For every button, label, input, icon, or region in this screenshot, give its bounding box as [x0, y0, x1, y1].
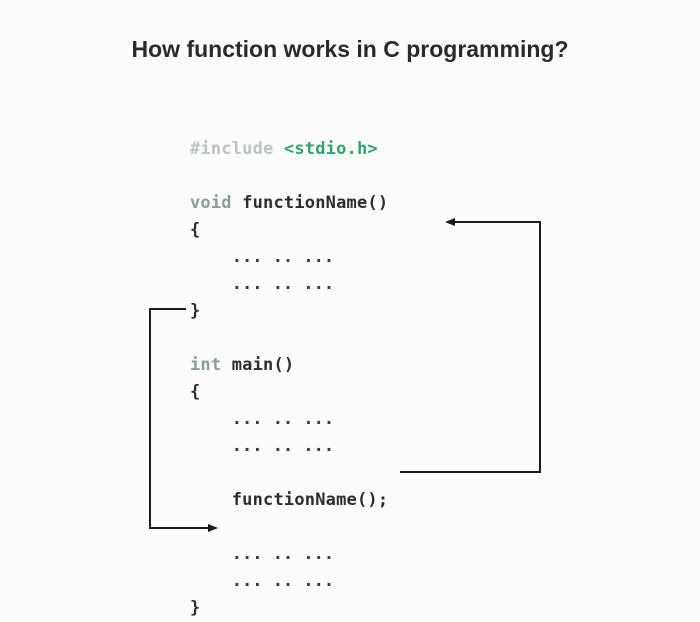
main-parens: () [274, 355, 295, 375]
fn-name: functionName [242, 193, 367, 213]
include-lib: <stdio.h> [284, 139, 378, 159]
main-return-type: int [190, 355, 221, 375]
fn-close-brace: } [190, 301, 200, 321]
main-body-line: ... .. ... [232, 436, 334, 456]
main-body-line: ... .. ... [232, 544, 334, 564]
include-directive: #include [190, 139, 273, 159]
main-body-line: ... .. ... [232, 409, 334, 429]
fn-body-line: ... .. ... [232, 274, 334, 294]
arrow-call-to-definition [400, 222, 540, 472]
main-body-line: ... .. ... [232, 571, 334, 591]
page-title: How function works in C programming? [0, 36, 700, 63]
main-close-brace: } [190, 598, 200, 618]
fn-body-line: ... .. ... [232, 247, 334, 267]
fn-parens: () [367, 193, 388, 213]
fn-open-brace: { [190, 220, 200, 240]
main-open-brace: { [190, 382, 200, 402]
main-name: main [232, 355, 274, 375]
fn-return-type: void [190, 193, 232, 213]
function-call: functionName(); [232, 490, 389, 510]
code-block: #include <stdio.h> void functionName() {… [190, 136, 388, 622]
